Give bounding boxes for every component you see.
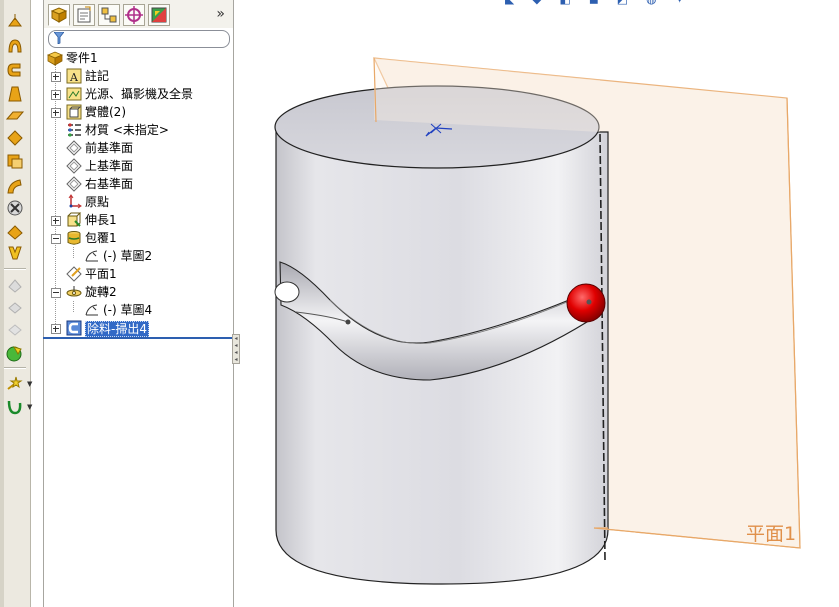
- curves-dropdown-icon[interactable]: ▼: [27, 403, 32, 411]
- feature-manager-icon: [50, 7, 68, 23]
- wrap-icon: [67, 231, 81, 245]
- expand-toggle-icon[interactable]: [51, 216, 61, 226]
- tree-guide-line: [73, 247, 74, 258]
- expand-toggle-icon[interactable]: [51, 90, 61, 100]
- collapse-toggle-icon[interactable]: [51, 288, 61, 298]
- tree-item-label: 光源、攝影機及全景: [85, 87, 194, 101]
- expand-toggle-icon[interactable]: [51, 108, 61, 118]
- hole-wizard-icon[interactable]: [5, 198, 25, 218]
- extrude-icon: [67, 212, 82, 227]
- panel-split-bar[interactable]: [43, 337, 232, 339]
- plane-icon: [66, 140, 82, 156]
- disabled-tool-3-icon: [8, 324, 22, 336]
- tree-item-label: 右基準面: [85, 177, 134, 191]
- revolve-icon: [66, 286, 82, 297]
- sweep-path-point: [586, 299, 592, 305]
- tree-item-label: 前基準面: [85, 141, 134, 155]
- graphics-viewport[interactable]: [239, 0, 839, 607]
- sweep-path-icon[interactable]: [5, 176, 25, 196]
- svg-text:A: A: [69, 71, 79, 84]
- tree-item-label: 平面1: [85, 267, 117, 281]
- tree-item-label: 原點: [85, 195, 110, 209]
- curves-icon[interactable]: [5, 397, 25, 417]
- display-manager-icon: [151, 7, 167, 23]
- plane-icon: [66, 158, 82, 174]
- view-toolbar: ◣◆◧◼◩◍✦: [505, 0, 703, 6]
- annotations-icon: A: [66, 68, 82, 84]
- plane-icon: [66, 176, 82, 192]
- panel-expand-more[interactable]: »: [216, 6, 225, 22]
- tree-item-label: 註記: [85, 69, 110, 83]
- sketch-icon: [85, 304, 98, 316]
- disabled-tool-1-icon: [8, 279, 22, 293]
- sketch-icon: [85, 250, 98, 262]
- view-orientation-icon[interactable]: ◣: [505, 0, 532, 6]
- tree-item-label: 上基準面: [85, 159, 134, 173]
- tree-filter-input[interactable]: [48, 30, 230, 48]
- tree-item-label: 包覆1: [85, 231, 117, 245]
- extruded-boss-icon[interactable]: [5, 12, 25, 32]
- edit-appearance-icon[interactable]: ◍: [646, 0, 674, 6]
- plane-icon: [66, 266, 82, 282]
- tree-item-label: 旋轉2: [85, 285, 117, 299]
- tree-item-label: (-) 草圖2: [103, 249, 153, 263]
- features-toolbar: ▼ ▼: [0, 0, 32, 607]
- plane1-label: 平面1: [746, 523, 797, 545]
- tree-item-label: 材質 <未指定>: [85, 123, 169, 137]
- tree-item-label: (-) 草圖4: [103, 303, 153, 317]
- lofted-boss-icon[interactable]: [5, 84, 25, 104]
- feature-manager-panel: » 零件1 A 註記 光源、攝影機及全景 實體(2) 材質 <未指定> 前基準面…: [43, 0, 234, 607]
- display-style-icon[interactable]: ◼: [589, 0, 617, 6]
- swept-boss-icon[interactable]: [5, 60, 25, 80]
- dimxpert-manager-tab[interactable]: [123, 4, 145, 26]
- lights-cameras-icon: [66, 87, 82, 101]
- expand-toggle-icon[interactable]: [51, 72, 61, 82]
- revolved-boss-icon[interactable]: [5, 36, 25, 56]
- material-icon: [68, 123, 81, 137]
- tree-item-label: 實體(2): [85, 105, 126, 119]
- tree-root-label: 零件1: [66, 51, 98, 65]
- panel-tab-bar: »: [44, 0, 233, 28]
- section-view-icon[interactable]: ◧: [559, 0, 588, 6]
- disabled-tool-2-icon: [8, 302, 22, 314]
- hide-show-icon[interactable]: ◩: [617, 0, 646, 6]
- property-manager-tab[interactable]: [73, 4, 95, 26]
- filter-funnel-icon: [53, 31, 65, 47]
- toolbar-grip[interactable]: [0, 0, 4, 607]
- tree-item-label-selected: 除料-掃出4: [85, 321, 149, 337]
- rib-icon[interactable]: [5, 128, 25, 148]
- tree-item-label: 伸長1: [85, 213, 117, 227]
- apply-scene-icon[interactable]: ✦: [675, 0, 703, 6]
- dome-icon[interactable]: [5, 221, 25, 241]
- deform-icon[interactable]: [5, 243, 25, 263]
- zoom-icon[interactable]: ◆: [532, 0, 559, 6]
- tree-guide-line: [73, 301, 74, 312]
- reference-geometry-icon[interactable]: [5, 374, 25, 394]
- solid-bodies-icon: [66, 104, 82, 120]
- expand-toggle-icon[interactable]: [51, 324, 61, 334]
- origin-icon: [68, 194, 82, 209]
- reference-geometry-dropdown-icon[interactable]: ▼: [27, 380, 32, 388]
- feature-manager-tab[interactable]: [48, 4, 70, 26]
- collapse-toggle-icon[interactable]: [51, 234, 61, 244]
- toolbar-separator: [4, 367, 26, 369]
- configuration-manager-icon: [101, 7, 117, 23]
- instant-3d-icon[interactable]: [5, 343, 25, 363]
- swept-cut-icon: [66, 320, 82, 336]
- toolbar-separator: [4, 268, 26, 270]
- display-manager-tab[interactable]: [148, 4, 170, 26]
- configuration-manager-tab[interactable]: [98, 4, 120, 26]
- property-manager-icon: [77, 6, 91, 23]
- shell-icon[interactable]: [5, 151, 25, 171]
- part-icon: [47, 51, 63, 66]
- sweep-profile-sphere[interactable]: [566, 283, 606, 323]
- dimxpert-manager-icon: [125, 6, 143, 24]
- boundary-boss-icon[interactable]: [5, 106, 25, 126]
